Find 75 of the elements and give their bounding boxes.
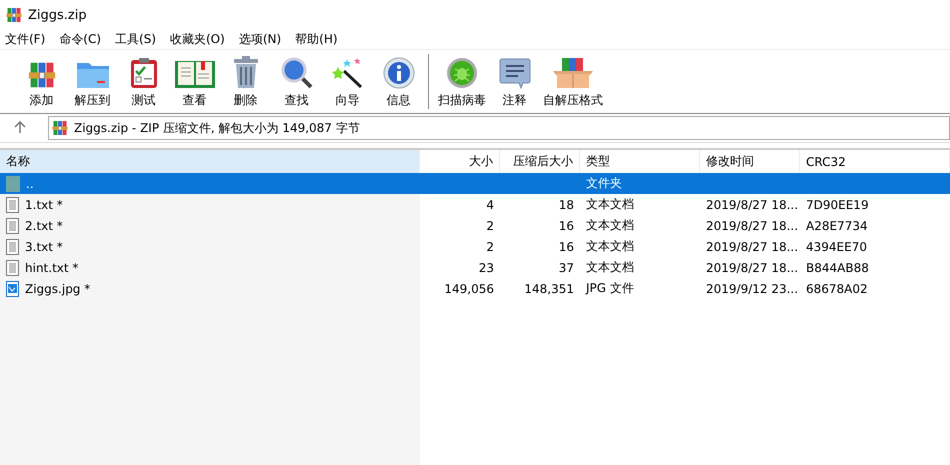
file-type: 文本文档 — [586, 259, 634, 276]
modified-time: 2019/9/12 23... — [706, 282, 798, 296]
crc-value: 7D90EE19 — [806, 198, 869, 212]
file-row[interactable]: 1.txt * 4 18 文本文档 2019/8/27 18... 7D90EE19 — [0, 194, 950, 215]
menu-item[interactable]: 帮助(H) — [295, 31, 338, 48]
text-file-icon — [6, 260, 19, 276]
crc-value: B844AB88 — [806, 260, 869, 274]
toolbar-button[interactable]: 删除 — [220, 55, 271, 109]
image-file-icon — [6, 280, 19, 296]
file-name: hint.txt * — [25, 260, 78, 274]
file-size: 4 — [486, 198, 494, 212]
menu-item[interactable]: 命令(C) — [59, 31, 102, 48]
toolbar-button[interactable]: 信息 — [373, 57, 424, 109]
toolbar-button[interactable]: 注释 — [489, 57, 540, 109]
toolbar-button[interactable]: 向导 — [322, 57, 373, 109]
file-name: 2.txt * — [25, 218, 63, 232]
books-icon — [28, 61, 56, 89]
menu-item[interactable]: 文件(F) — [5, 31, 46, 48]
file-type: JPG 文件 — [586, 280, 634, 297]
file-name: 3.txt * — [25, 240, 63, 254]
file-type: 文本文档 — [586, 196, 634, 213]
magic-wand-icon — [332, 57, 364, 89]
toolbar-button[interactable]: 解压到 — [67, 59, 118, 109]
packed-size: 16 — [558, 240, 574, 254]
magnifier-icon — [280, 57, 312, 89]
modified-time: 2019/8/27 18... — [706, 218, 798, 232]
toolbar-button[interactable]: 测试 — [118, 57, 169, 109]
file-size: 2 — [486, 240, 494, 254]
crc-value: 68678A02 — [806, 282, 868, 296]
toolbar-button[interactable]: 查找 — [271, 57, 322, 109]
menu-item[interactable]: 收藏夹(O) — [170, 31, 225, 48]
bug-scan-icon — [446, 57, 478, 89]
text-file-icon — [6, 196, 19, 212]
toolbar-button[interactable]: 扫描病毒 — [435, 57, 489, 109]
modified-time: 2019/8/27 18... — [706, 198, 798, 212]
file-row[interactable]: 3.txt * 2 16 文本文档 2019/8/27 18... 4394EE70 — [0, 236, 950, 257]
packed-size: 16 — [558, 218, 574, 232]
crc-value: A28E7734 — [806, 218, 868, 232]
column-header[interactable]: 名称 — [0, 150, 420, 173]
file-size: 149,056 — [444, 282, 494, 296]
crc-value: 4394EE70 — [806, 240, 867, 254]
menu-item[interactable]: 选项(N) — [238, 31, 282, 48]
text-file-icon — [6, 238, 19, 254]
trash-icon — [232, 55, 260, 89]
app-icon — [6, 7, 22, 23]
file-row[interactable]: Ziggs.jpg * 149,056 148,351 JPG 文件 2019/9/12 23... 68678A02 — [0, 278, 950, 299]
clipboard-icon — [130, 57, 158, 89]
address-field[interactable]: Ziggs.zip - ZIP 压缩文件, 解包大小为 149,087 字节 — [48, 116, 950, 140]
file-type: 文本文档 — [586, 238, 634, 255]
archive-icon — [52, 120, 68, 136]
window-title: Ziggs.zip — [28, 8, 87, 22]
toolbar-button[interactable]: 自解压格式 — [540, 57, 606, 109]
file-type: 文件夹 — [586, 175, 622, 192]
file-name: 1.txt * — [25, 198, 63, 212]
file-type: 文本文档 — [586, 217, 634, 234]
menu-item[interactable]: 工具(S) — [115, 31, 156, 48]
text-file-icon — [6, 218, 19, 234]
packed-size: 18 — [558, 198, 574, 212]
file-row[interactable]: 2.txt * 2 16 文本文档 2019/8/27 18... A28E7734 — [0, 215, 950, 236]
info-icon — [382, 57, 414, 89]
speech-bubble-icon — [498, 57, 530, 89]
file-size: 23 — [478, 260, 494, 274]
modified-time: 2019/8/27 18... — [706, 260, 798, 274]
packed-size: 37 — [558, 260, 574, 274]
file-row[interactable]: hint.txt * 23 37 文本文档 2019/8/27 18... B844AB88 — [0, 257, 950, 278]
packed-size: 148,351 — [524, 282, 574, 296]
file-size: 2 — [486, 218, 494, 232]
file-name: Ziggs.jpg * — [25, 282, 90, 296]
toolbar-button[interactable]: 添加 — [16, 61, 67, 109]
toolbar-button[interactable]: 查看 — [169, 59, 220, 109]
file-name: .. — [26, 176, 34, 190]
file-row[interactable]: .. 文件夹 — [0, 173, 950, 194]
modified-time: 2019/8/27 18... — [706, 240, 798, 254]
book-icon — [174, 59, 216, 89]
box-with-books-icon — [552, 57, 594, 89]
